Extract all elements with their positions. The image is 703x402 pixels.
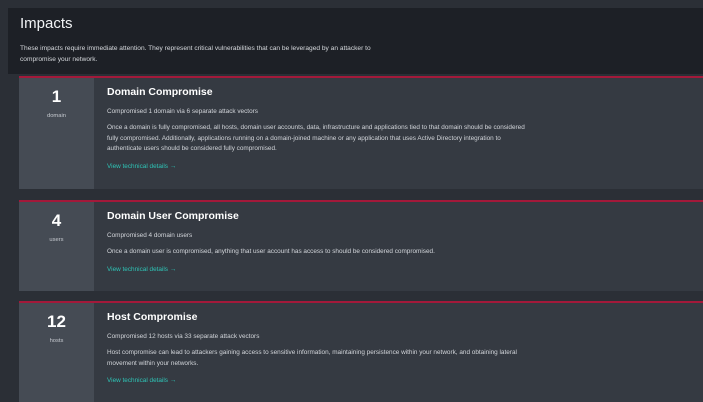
impact-unit: users — [49, 237, 64, 243]
impacts-page: Impacts These impacts require immediate … — [0, 0, 703, 402]
impact-card-domain-compromise: 1 domain Domain Compromise Compromised 1… — [19, 76, 703, 189]
arrow-right-icon: → — [169, 162, 177, 170]
arrow-right-icon: → — [169, 377, 177, 384]
page-title: Impacts — [20, 15, 73, 32]
impact-body: Domain User Compromise Compromised 4 dom… — [107, 210, 687, 276]
impact-subtitle: Compromised 1 domain via 6 separate atta… — [107, 108, 258, 115]
impact-card-domain-user-compromise: 4 users Domain User Compromise Compromis… — [19, 200, 703, 291]
link-label: View technical details — [107, 265, 168, 273]
link-label: View technical details — [107, 377, 168, 384]
impact-description: Once a domain user is compromised, anyth… — [107, 248, 435, 255]
arrow-right-icon: → — [169, 265, 177, 273]
impact-description: Host compromise can lead to attackers ga… — [107, 349, 517, 367]
impact-count: 12 — [47, 312, 66, 331]
impact-count: 4 — [51, 211, 62, 230]
impact-title: Domain User Compromise — [107, 210, 239, 222]
impact-unit: hosts — [49, 338, 64, 344]
impact-title: Host Compromise — [107, 311, 198, 323]
view-technical-details-link[interactable]: View technical details → — [107, 163, 176, 170]
link-label: View technical details — [107, 162, 168, 170]
view-technical-details-link[interactable]: View technical details → — [107, 266, 176, 273]
impact-description: Once a domain is fully compromised, all … — [107, 124, 525, 152]
impact-body: Host Compromise Compromised 12 hosts via… — [107, 311, 687, 387]
impact-card-host-compromise: 12 hosts Host Compromise Compromised 12 … — [19, 301, 703, 402]
impact-count: 1 — [51, 87, 62, 106]
impact-subtitle: Compromised 12 hosts via 33 separate att… — [107, 333, 260, 340]
page-description: These impacts require immediate attentio… — [20, 45, 371, 63]
view-technical-details-link[interactable]: View technical details → — [107, 377, 176, 384]
impact-subtitle: Compromised 4 domain users — [107, 232, 193, 239]
impact-unit: domain — [46, 113, 66, 119]
impact-title: Domain Compromise — [107, 86, 213, 98]
impact-stat: 4 users — [19, 202, 94, 291]
impact-stat: 1 domain — [19, 78, 94, 189]
impact-body: Domain Compromise Compromised 1 domain v… — [107, 86, 687, 173]
impact-stat: 12 hosts — [19, 303, 94, 402]
